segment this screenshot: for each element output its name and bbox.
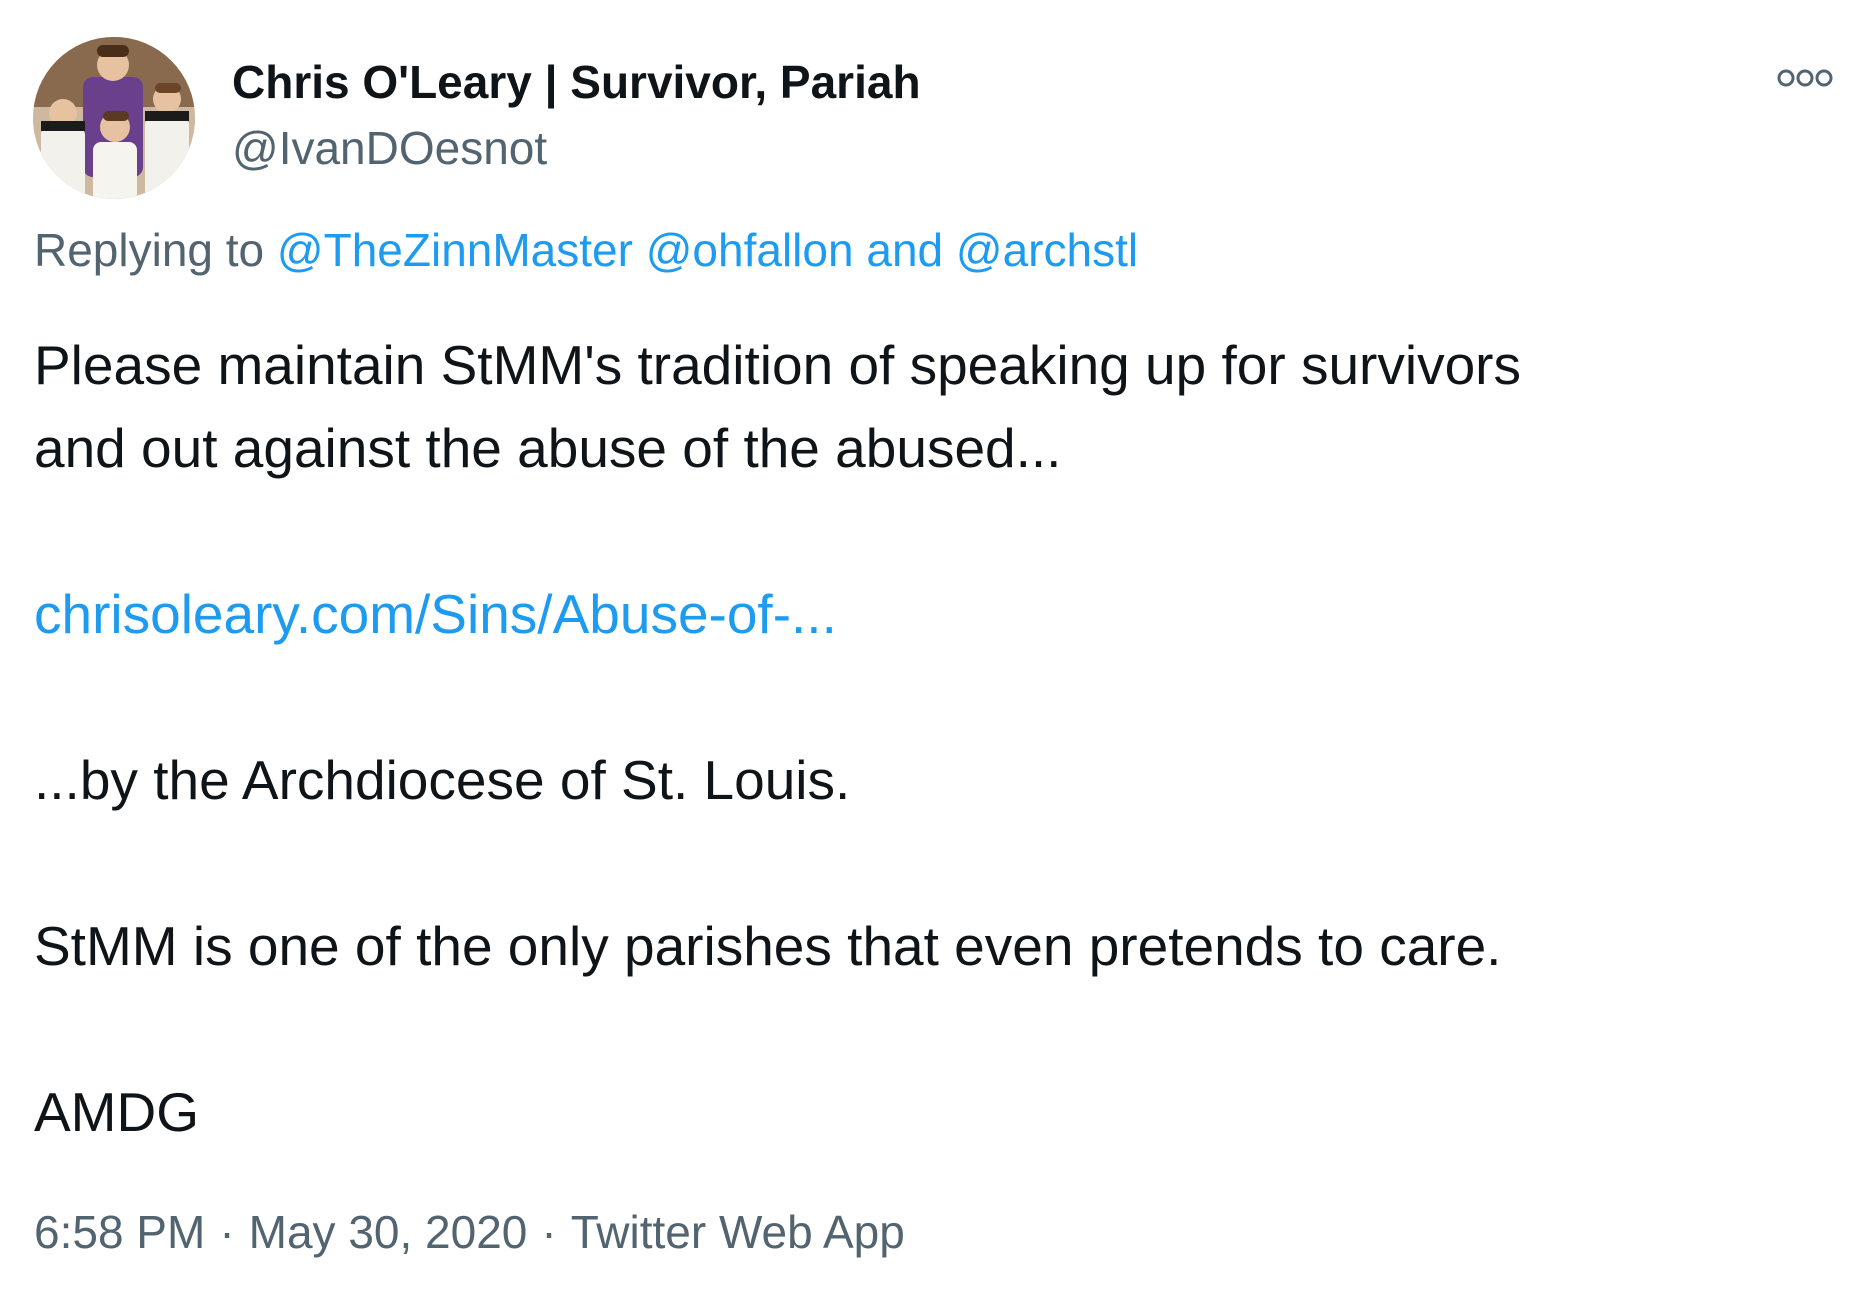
- mention-joiner: and: [866, 224, 944, 276]
- replying-to-label: Replying to: [34, 224, 265, 276]
- meta-separator: ·: [219, 1206, 235, 1258]
- tweet-source[interactable]: Twitter Web App: [571, 1206, 905, 1258]
- tweet-text-line-4: StMM is one of the only parishes that ev…: [34, 915, 1502, 977]
- author-display-name[interactable]: Chris O'Leary | Survivor, Pariah: [232, 50, 921, 114]
- tweet-date[interactable]: May 30, 2020: [249, 1206, 528, 1258]
- replying-to-line: Replying to @TheZinnMaster @ohfallon and…: [34, 218, 1138, 282]
- tweet-text-line-5: AMDG: [34, 1081, 199, 1143]
- mention-ohfallon[interactable]: @ohfallon: [646, 224, 854, 276]
- tweet-time[interactable]: 6:58 PM: [34, 1206, 205, 1258]
- avatar-photo: [33, 37, 195, 199]
- tweet-text: Please maintain StMM's tradition of spea…: [34, 324, 1834, 1154]
- more-options-icon: [1777, 69, 1833, 87]
- tweet-text-line-1: Please maintain StMM's tradition of spea…: [34, 334, 1521, 396]
- mention-archstl[interactable]: @archstl: [956, 224, 1138, 276]
- tweet-text-line-3: ...by the Archdiocese of St. Louis.: [34, 749, 851, 811]
- avatar[interactable]: [33, 37, 195, 199]
- tweet-text-line-2: and out against the abuse of the abused.…: [34, 417, 1062, 479]
- tweet-meta: 6:58 PM · May 30, 2020 · Twitter Web App: [34, 1200, 905, 1264]
- more-options-button[interactable]: [1770, 58, 1840, 98]
- mention-thezinnmaster[interactable]: @TheZinnMaster: [277, 224, 633, 276]
- tweet-card: Chris O'Leary | Survivor, Pariah @IvanDO…: [0, 0, 1863, 1289]
- author-handle[interactable]: @IvanDOesnot: [232, 116, 547, 180]
- tweet-link[interactable]: chrisoleary.com/Sins/Abuse-of-...: [34, 583, 837, 645]
- meta-separator: ·: [541, 1206, 557, 1258]
